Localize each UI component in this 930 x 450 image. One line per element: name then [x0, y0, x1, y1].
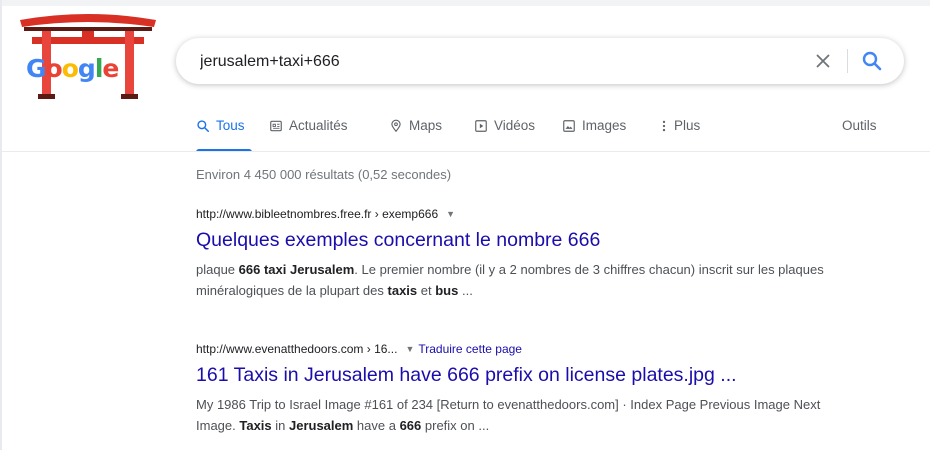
tab-images[interactable]: Images: [562, 118, 626, 133]
image-icon: [563, 119, 575, 132]
close-icon: [816, 54, 830, 68]
result-title-link[interactable]: 161 Taxis in Jerusalem have 666 prefix o…: [196, 364, 836, 387]
search-box: [176, 38, 904, 86]
snippet-text: have a: [353, 418, 400, 433]
more-vert-icon: [662, 120, 666, 131]
result-stats: Environ 4 450 000 résultats (0,52 second…: [196, 167, 452, 182]
tab-label: Actualités: [289, 118, 348, 133]
logo-letter: e: [102, 54, 119, 83]
search-icon: [862, 51, 882, 71]
search-submit-button[interactable]: [860, 49, 884, 73]
logo-letter: g: [77, 54, 96, 83]
snippet-text: ...: [458, 283, 473, 298]
search-result: http://www.bibleetnombres.free.fr › exem…: [196, 207, 836, 301]
result-snippet: My 1986 Trip to Israel Image #161 of 234…: [196, 394, 836, 436]
snippet-highlight: 666 taxi Jerusalem: [238, 262, 355, 277]
snippet-text: in: [271, 418, 289, 433]
result-url[interactable]: http://www.evenatthedoors.com › 16...: [196, 342, 397, 356]
tab-label: Vidéos: [494, 118, 536, 133]
tools-button[interactable]: Outils: [842, 118, 877, 133]
search-input[interactable]: [198, 38, 802, 86]
map-pin-icon: [391, 119, 401, 132]
chevron-down-icon[interactable]: ▼: [446, 209, 455, 219]
snippet-highlight: bus: [435, 283, 459, 298]
tab-label: Plus: [674, 118, 701, 133]
logo-letter: o: [61, 54, 79, 83]
result-url-line: http://www.evenatthedoors.com › 16... ▼ …: [196, 342, 836, 356]
top-border: [0, 0, 930, 6]
newspaper-icon: [270, 120, 282, 131]
snippet-highlight: Taxis: [239, 418, 272, 433]
tabs-divider: [0, 151, 930, 152]
snippet-text: prefix on ...: [421, 418, 490, 433]
tab-news[interactable]: Actualités: [269, 118, 348, 133]
result-url-line: http://www.bibleetnombres.free.fr › exem…: [196, 207, 836, 221]
result-snippet: plaque 666 taxi Jerusalem. Le premier no…: [196, 259, 836, 301]
logo-letter: G: [26, 54, 47, 83]
tab-label: Images: [582, 118, 627, 133]
translate-page-link[interactable]: Traduire cette page: [418, 342, 522, 356]
play-icon: [475, 119, 487, 132]
tab-videos[interactable]: Vidéos: [474, 118, 535, 133]
snippet-text: et: [417, 283, 436, 298]
tab-label: Tous: [216, 118, 245, 133]
tab-maps[interactable]: Maps: [389, 118, 442, 133]
result-url[interactable]: http://www.bibleetnombres.free.fr › exem…: [196, 207, 438, 221]
logo-letter: o: [45, 54, 63, 83]
search-result: http://www.evenatthedoors.com › 16... ▼ …: [196, 342, 836, 436]
tab-more[interactable]: Plus: [660, 118, 700, 133]
google-doodle-logo[interactable]: Google: [18, 10, 158, 102]
tab-label: Maps: [409, 118, 443, 133]
snippet-highlight: 666: [399, 418, 422, 433]
logo-wordmark: Google: [26, 54, 119, 83]
snippet-text: plaque: [196, 262, 239, 277]
search-box-divider: [847, 49, 848, 73]
result-title-link[interactable]: Quelques exemples concernant le nombre 6…: [196, 229, 836, 252]
clear-search-button[interactable]: [812, 50, 834, 72]
snippet-highlight: Jerusalem: [288, 418, 354, 433]
search-icon: [197, 119, 210, 132]
snippet-highlight: taxis: [387, 283, 418, 298]
tab-all[interactable]: Tous: [196, 118, 245, 133]
left-border: [0, 0, 2, 450]
chevron-down-icon[interactable]: ▼: [405, 344, 414, 354]
